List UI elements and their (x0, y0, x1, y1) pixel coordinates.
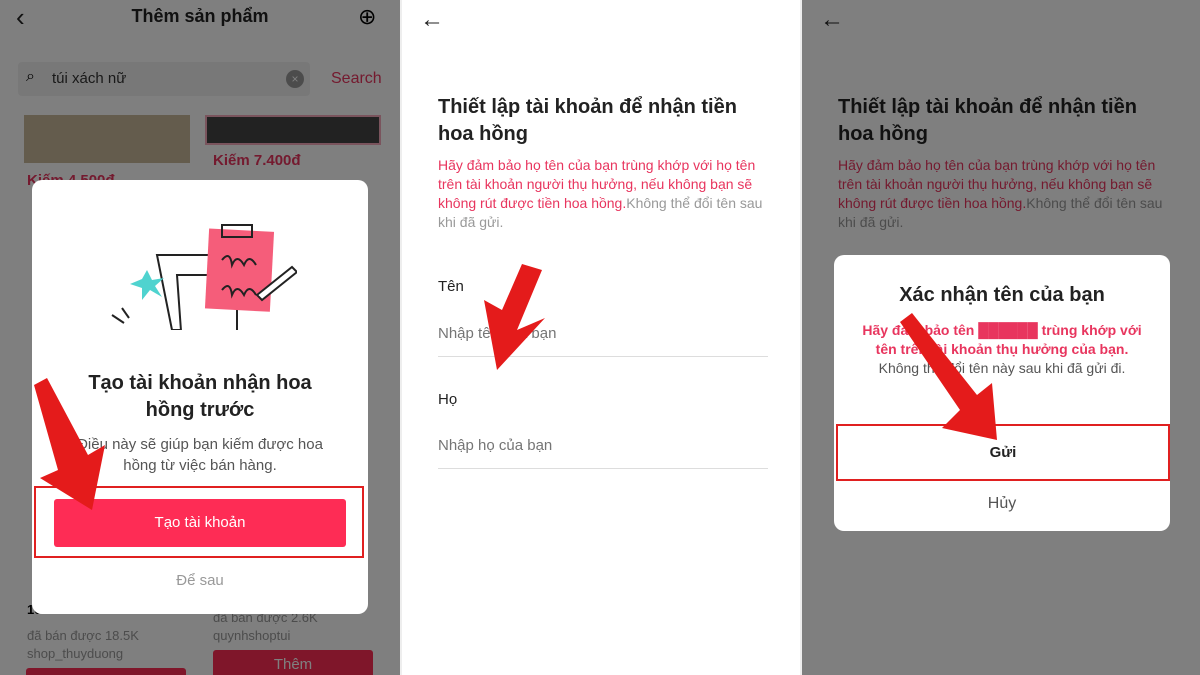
annotation-arrow-icon (900, 313, 997, 440)
account-setup-screen: ← Thiết lập tài khoản để nhận tiền hoa h… (400, 0, 800, 675)
add-product-screen: ‹ Thêm sản phẩm ⊕ ⌕ túi xách nữ × Search… (0, 0, 400, 675)
annotation-arrow-icon (484, 264, 545, 370)
annotation-arrow-icon (34, 378, 105, 510)
confirm-name-screen: ← Thiết lập tài khoản để nhận tiền hoa h… (800, 0, 1200, 675)
